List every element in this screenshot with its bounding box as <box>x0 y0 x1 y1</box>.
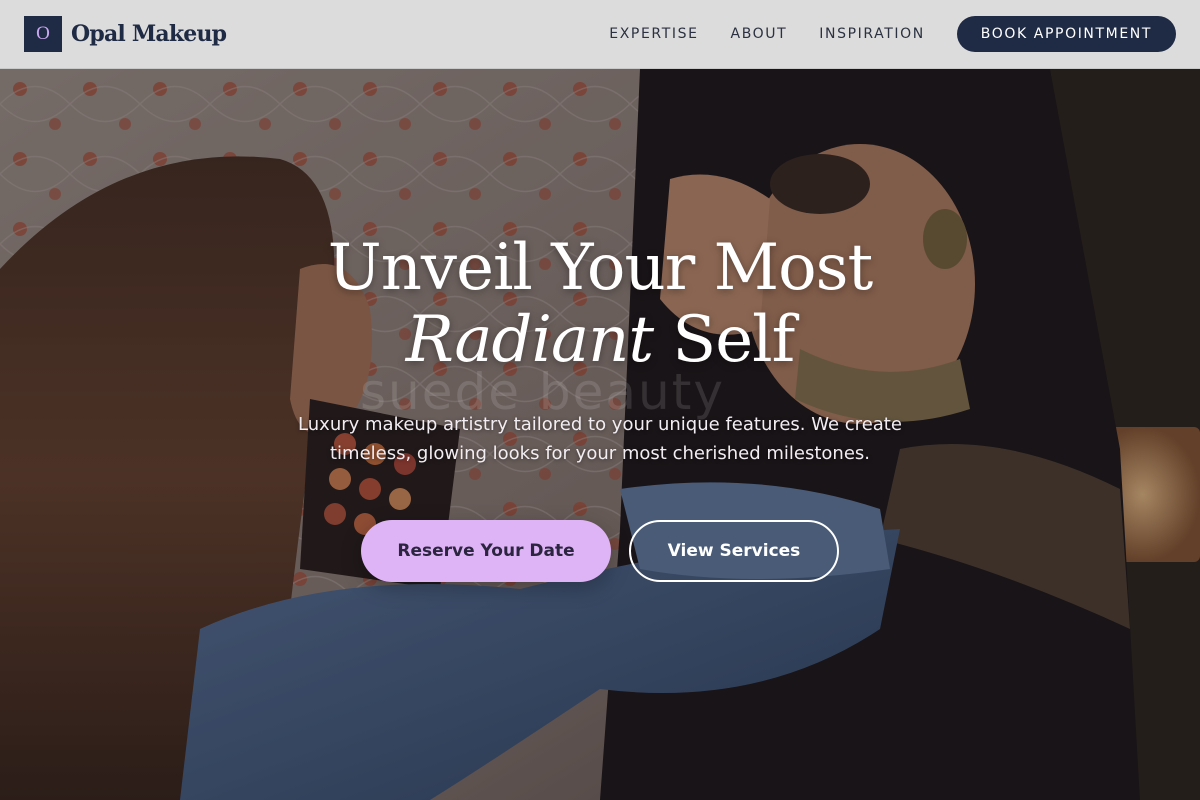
view-services-button[interactable]: View Services <box>629 520 839 582</box>
nav-link-inspiration[interactable]: INSPIRATION <box>819 26 924 42</box>
hero-title-rest: Self <box>653 303 795 377</box>
site-header: O Opal Makeup EXPERTISE ABOUT INSPIRATIO… <box>0 0 1200 69</box>
hero-title: Unveil Your Most Radiant Self <box>200 232 1000 376</box>
cta-row: Reserve Your Date View Services <box>200 520 1000 582</box>
hero-subtitle: Luxury makeup artistry tailored to your … <box>298 414 902 464</box>
logo-mark: O <box>24 16 62 52</box>
book-appointment-button[interactable]: BOOK APPOINTMENT <box>956 16 1176 52</box>
hero-title-line1: Unveil Your Most <box>327 231 873 305</box>
main-nav: EXPERTISE ABOUT INSPIRATION BOOK APPOINT… <box>609 16 1176 52</box>
brand-name: Opal Makeup <box>71 21 227 47</box>
reserve-date-button[interactable]: Reserve Your Date <box>361 520 611 582</box>
nav-link-expertise[interactable]: EXPERTISE <box>609 26 698 42</box>
hero-content: Unveil Your Most Radiant Self Luxury mak… <box>200 232 1000 582</box>
hero-section: suede beauty Unveil Your Most Radiant Se… <box>0 69 1200 800</box>
brand[interactable]: O Opal Makeup <box>24 16 227 52</box>
nav-link-about[interactable]: ABOUT <box>731 26 788 42</box>
hero-title-accent: Radiant <box>405 303 654 377</box>
